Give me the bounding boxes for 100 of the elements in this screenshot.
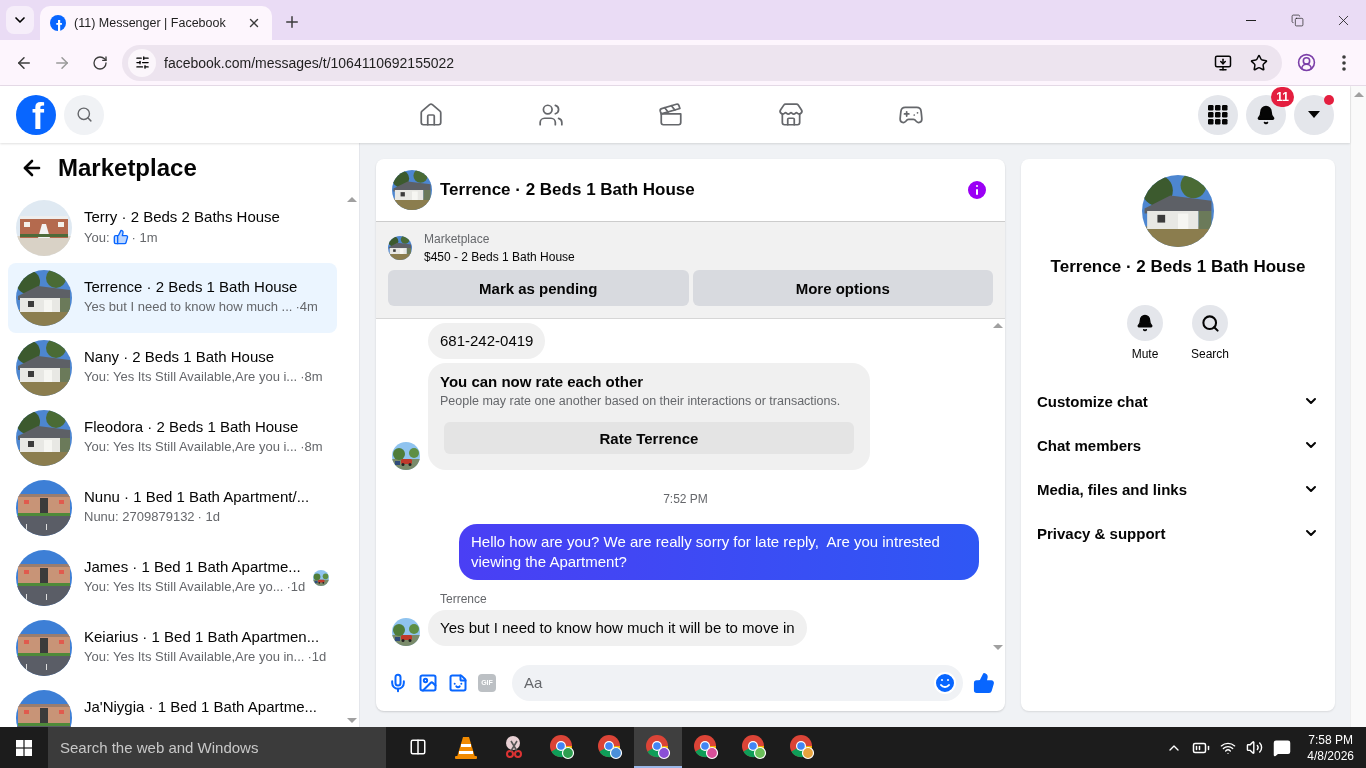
restore-icon (1290, 13, 1304, 27)
chat-title: Terrence · 2 Beds 1 Bath House (440, 180, 696, 200)
microphone-icon[interactable] (388, 672, 408, 693)
mute-button[interactable] (1127, 305, 1163, 341)
listing-label: Marketplace (424, 232, 491, 246)
message-preview: You: Yes Its Still Available,Are you in... (84, 649, 305, 664)
install-icon[interactable] (1214, 53, 1232, 72)
message-preview: You: (84, 229, 110, 245)
conversation-title: James · 1 Bed 1 Bath Apartme... (84, 558, 301, 575)
url-text: facebook.com/messages/t/1064110692155022 (164, 54, 456, 71)
browser-tab[interactable]: (11) Messenger | Facebook (40, 6, 272, 40)
store-icon[interactable] (778, 101, 804, 128)
message-time: · 1m (131, 229, 158, 245)
bell-icon (1256, 104, 1276, 125)
menu-button[interactable] (1198, 94, 1238, 135)
conversation-item[interactable]: James · 1 Bed 1 Bath Apartme... You: Yes Its Still Available,Are yo... ·1d (8, 543, 337, 613)
message-time: 7:52 PM (663, 492, 708, 506)
message-time: · 1d (197, 509, 220, 524)
message-bubble: Hello how are you? We are really sorry for late reply, Are you intrested viewing the Apartment? (459, 524, 979, 580)
scrollbar[interactable] (1350, 86, 1366, 727)
message-preview: You: Yes Its Still Available,Are you i... (84, 369, 298, 384)
search-icon (75, 106, 93, 123)
notification-badge: 11 (1271, 86, 1294, 107)
sender-name: Terrence (440, 592, 488, 606)
notification-center-icon[interactable] (1273, 738, 1292, 757)
section-header[interactable]: Customize chat (1037, 379, 1319, 423)
taskbar-app[interactable] (634, 727, 682, 768)
profile-icon (1296, 53, 1316, 72)
sidebar-title: Marketplace (58, 154, 197, 182)
tab-title: (11) Messenger | Facebook (74, 16, 227, 30)
bookmark-star-icon[interactable] (1250, 53, 1268, 72)
message-time: ·1d (307, 649, 327, 664)
info-icon[interactable] (965, 178, 989, 202)
message-time: ·4m (295, 299, 318, 314)
message-time: ·8m (300, 439, 323, 454)
message-time: ·1d (286, 579, 306, 594)
clock-time: 7:58 PM (1308, 732, 1353, 747)
facebook-logo[interactable]: f (16, 94, 56, 135)
section-header[interactable]: Chat members (1037, 423, 1319, 467)
conversation-item[interactable]: Nunu · 1 Bed 1 Bath Apartment/... Nunu: 2709879132 · 1d (8, 473, 337, 543)
site-info-button[interactable] (128, 48, 156, 77)
account-button[interactable] (1294, 94, 1334, 135)
thumbs-up-icon[interactable] (973, 671, 995, 694)
favicon-icon (50, 15, 66, 31)
clock-date: 4/8/2026 (1307, 748, 1354, 763)
video-icon[interactable] (658, 101, 684, 128)
conversation-title: Terrence · 2 Beds 1 Bath House (84, 278, 299, 295)
search-button[interactable] (1192, 305, 1228, 341)
conversation-title: Keiarius · 1 Bed 1 Bath Apartmen... (84, 628, 321, 645)
browser-icon (693, 733, 719, 760)
browser-icon (597, 733, 623, 760)
conversation-title: Nany · 2 Beds 1 Bath House (84, 348, 276, 365)
action-label: Search (1191, 347, 1229, 361)
caret-icon (1308, 110, 1320, 119)
friends-icon[interactable] (538, 101, 564, 128)
conversation-title: Ja'Niygia · 1 Bed 1 Bath Apartme... (84, 698, 318, 715)
bell-icon (1136, 314, 1154, 332)
task-view-icon (409, 737, 427, 756)
message-bubble: 681-242-0419 (428, 323, 546, 359)
taskbar-search-field[interactable]: Search the web and Windows (48, 727, 386, 768)
rating-description: People may rate one another based on their interactions or transactions. (440, 394, 842, 408)
tab-list-button[interactable] (6, 6, 34, 34)
windows-logo-icon (16, 739, 32, 756)
rate-button[interactable]: Rate Terrence (444, 422, 854, 454)
message-time: ·8m (300, 369, 323, 384)
conversation-item[interactable]: Terrence · 2 Beds 1 Bath House Yes but I need to know how much ... ·4m (8, 263, 337, 333)
home-icon[interactable] (418, 101, 444, 128)
volume-icon[interactable] (1246, 739, 1264, 756)
conversation-item[interactable]: Nany · 2 Beds 1 Bath House You: Yes Its Still Available,Are you i... ·8m (8, 333, 337, 403)
conversation-title: Terry · 2 Beds 2 Baths House (84, 208, 281, 225)
address-field[interactable]: facebook.com/messages/t/1064110692155022 (122, 44, 1282, 81)
section-header[interactable]: Privacy & support (1037, 511, 1319, 555)
conversation-item[interactable]: Keiarius · 1 Bed 1 Bath Apartmen... You: Yes Its Still Available,Are you in... ·1d (8, 613, 337, 683)
browser-icon (645, 733, 671, 760)
message-preview: Yes but I need to know how much ... (84, 299, 293, 314)
conversation-title: Nunu · 1 Bed 1 Bath Apartment/... (84, 488, 311, 505)
reload-icon (92, 54, 108, 71)
message-preview: You: Yes Its Still Available,Are yo... (84, 579, 284, 594)
section-title: Chat members (1037, 436, 1142, 454)
traffic-cone-icon (455, 734, 477, 759)
message-preview: You: Yes Its Still Available,Are you i... (84, 439, 298, 454)
message-field[interactable]: Aa (512, 664, 963, 701)
action-label: Mute (1131, 347, 1159, 361)
image-icon[interactable] (418, 672, 438, 693)
plus-icon (283, 13, 301, 31)
rating-title: You can now rate each other (440, 373, 645, 390)
close-icon (247, 16, 261, 30)
section-header[interactable]: Media, files and links (1037, 467, 1319, 511)
message-preview: Nunu: 2709879132 (84, 509, 195, 524)
conversation-item[interactable]: Terry · 2 Beds 2 Baths House You: · 1m (8, 193, 337, 263)
listing-action-button[interactable]: More options (692, 270, 993, 306)
search-icon (1200, 313, 1220, 333)
browser-icon (789, 733, 815, 760)
section-title: Media, files and links (1037, 480, 1188, 498)
browser-icon (741, 733, 767, 760)
sticker-icon[interactable] (448, 672, 468, 693)
listing-action-button[interactable]: Mark as pending (388, 270, 689, 306)
conversation-item[interactable]: Fleodora · 2 Beds 1 Bath House You: Yes Its Still Available,Are you i... ·8m (8, 403, 337, 473)
conversation-title: Fleodora · 2 Beds 1 Bath House (84, 418, 300, 435)
section-title: Customize chat (1037, 392, 1148, 410)
